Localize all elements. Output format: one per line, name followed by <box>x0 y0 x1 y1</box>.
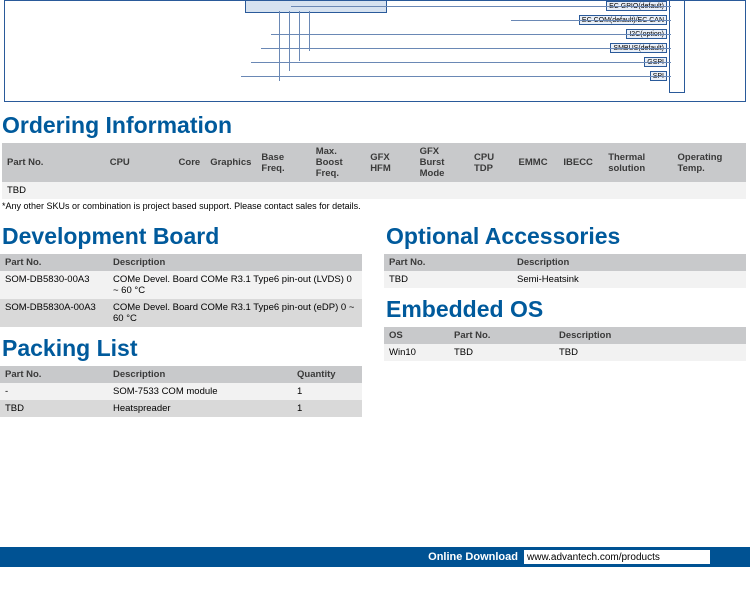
table-row: SOM-DB5830-00A3 COMe Devel. Board COMe R… <box>0 271 362 299</box>
td: TBD <box>0 400 108 417</box>
th: Description <box>512 254 746 271</box>
th: Max. Boost Freq. <box>311 143 365 182</box>
table-header-row: Part No. Description Quantity <box>0 366 362 383</box>
th: IBECC <box>558 143 603 182</box>
th: Part No. <box>0 254 108 271</box>
td: TBD <box>2 182 105 199</box>
th: Part No. <box>384 254 512 271</box>
diagram-wire <box>511 20 671 21</box>
table-row: TBD <box>2 182 746 199</box>
td <box>311 182 365 199</box>
devboard-heading: Development Board <box>2 223 362 250</box>
td: 1 <box>292 383 362 400</box>
th: OS <box>384 327 449 344</box>
diagram-connector <box>669 0 685 93</box>
th: Core <box>174 143 206 182</box>
th: Part No. <box>449 327 554 344</box>
th: Description <box>554 327 746 344</box>
td <box>469 182 514 199</box>
packing-table: Part No. Description Quantity - SOM-7533… <box>0 366 362 417</box>
td: COMe Devel. Board COMe R3.1 Type6 pin-ou… <box>108 299 362 327</box>
table-row: TBD Heatspreader 1 <box>0 400 362 417</box>
td: SOM-DB5830-00A3 <box>0 271 108 299</box>
td <box>174 182 206 199</box>
devboard-table: Part No. Description SOM-DB5830-00A3 COM… <box>0 254 362 327</box>
td <box>105 182 174 199</box>
ordering-table: Part No. CPU Core Graphics Base Freq. Ma… <box>2 143 746 199</box>
table-header-row: Part No. Description <box>384 254 746 271</box>
td <box>365 182 414 199</box>
footer-bar: Online Download <box>0 547 750 567</box>
accessories-heading: Optional Accessories <box>386 223 746 250</box>
th: Base Freq. <box>256 143 310 182</box>
table-header-row: Part No. Description <box>0 254 362 271</box>
td <box>558 182 603 199</box>
block-diagram: GSPI EC GPIO(default) EC COM(default)/EC… <box>4 0 746 102</box>
th: GFX HFM <box>365 143 414 182</box>
td: - <box>0 383 108 400</box>
eos-table: OS Part No. Description Win10 TBD TBD <box>384 327 746 361</box>
diagram-wire <box>241 76 671 77</box>
td: SOM-DB5830A-00A3 <box>0 299 108 327</box>
td <box>256 182 310 199</box>
td: Heatspreader <box>108 400 292 417</box>
td: Win10 <box>384 344 449 361</box>
th: EMMC <box>514 143 559 182</box>
td: COMe Devel. Board COMe R3.1 Type6 pin-ou… <box>108 271 362 299</box>
th: CPU TDP <box>469 143 514 182</box>
table-header-row: OS Part No. Description <box>384 327 746 344</box>
eos-heading: Embedded OS <box>386 296 746 323</box>
diagram-wire <box>279 11 280 81</box>
diagram-wire <box>309 11 310 51</box>
accessories-table: Part No. Description TBD Semi-Heatsink <box>384 254 746 288</box>
th: Description <box>108 366 292 383</box>
table-row: - SOM-7533 COM module 1 <box>0 383 362 400</box>
td <box>415 182 469 199</box>
th: Part No. <box>2 143 105 182</box>
diagram-wire <box>261 48 671 49</box>
td <box>673 182 747 199</box>
diagram-wire <box>291 6 671 7</box>
ordering-heading: Ordering Information <box>2 112 750 139</box>
td: SOM-7533 COM module <box>108 383 292 400</box>
td: Semi-Heatsink <box>512 271 746 288</box>
td: 1 <box>292 400 362 417</box>
th: GFX Burst Mode <box>415 143 469 182</box>
th: Description <box>108 254 362 271</box>
td: TBD <box>384 271 512 288</box>
diagram-wire <box>299 11 300 61</box>
td <box>603 182 672 199</box>
footer-label: Online Download <box>428 551 518 563</box>
td <box>205 182 256 199</box>
th: Part No. <box>0 366 108 383</box>
diagram-wire <box>251 62 671 63</box>
td: TBD <box>554 344 746 361</box>
table-row: TBD Semi-Heatsink <box>384 271 746 288</box>
th: Thermal solution <box>603 143 672 182</box>
th: Graphics <box>205 143 256 182</box>
td: TBD <box>449 344 554 361</box>
th: Operating Temp. <box>673 143 747 182</box>
packing-heading: Packing List <box>2 335 362 362</box>
table-row: SOM-DB5830A-00A3 COMe Devel. Board COMe … <box>0 299 362 327</box>
table-header-row: Part No. CPU Core Graphics Base Freq. Ma… <box>2 143 746 182</box>
diagram-wire <box>271 34 671 35</box>
footer-url-input[interactable] <box>524 550 710 564</box>
th: Quantity <box>292 366 362 383</box>
ordering-footnote: *Any other SKUs or combination is projec… <box>2 201 750 211</box>
td <box>514 182 559 199</box>
table-row: Win10 TBD TBD <box>384 344 746 361</box>
th: CPU <box>105 143 174 182</box>
diagram-wire <box>289 11 290 71</box>
